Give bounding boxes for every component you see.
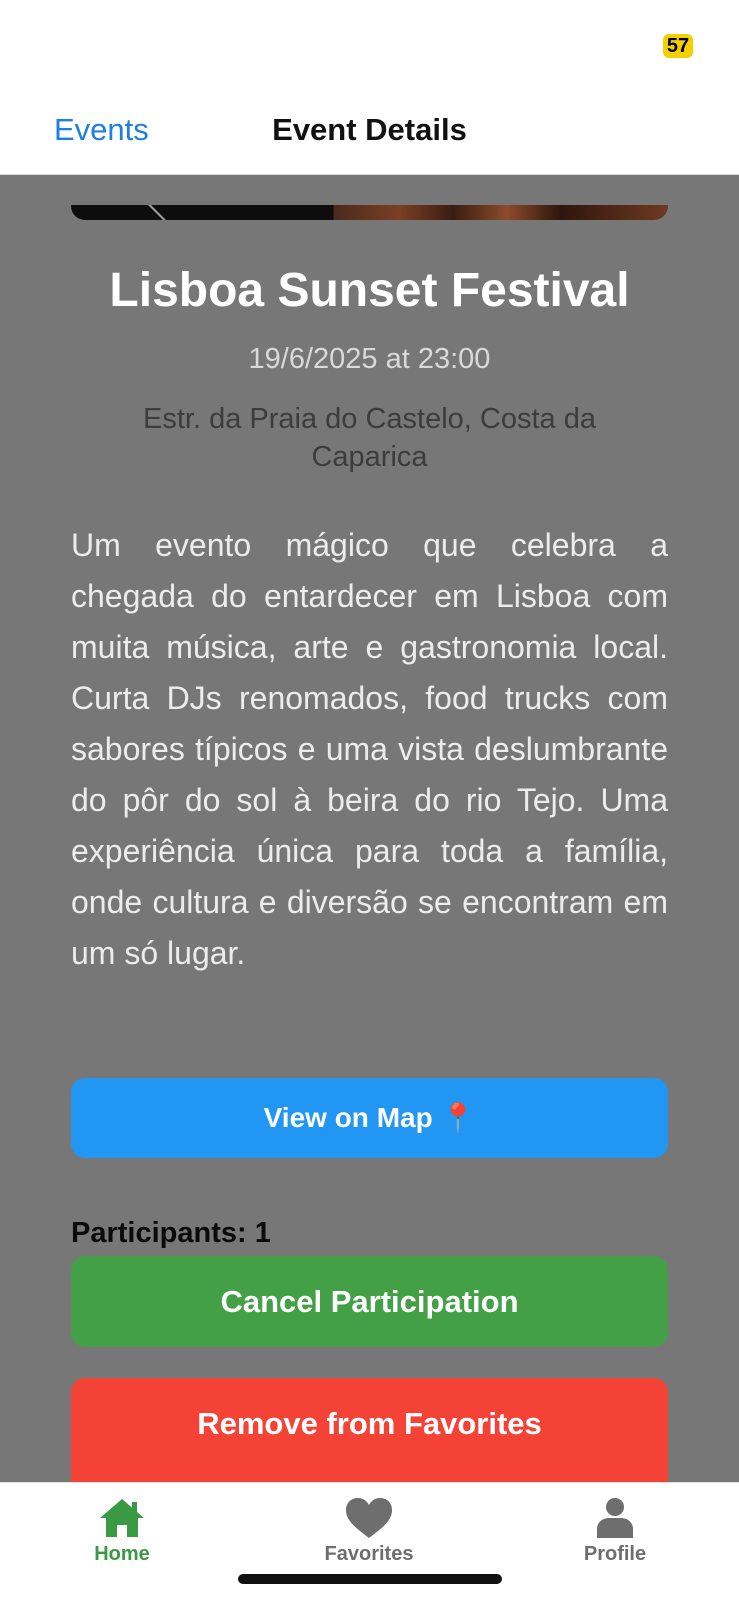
- tab-home[interactable]: Home: [42, 1497, 202, 1566]
- event-description: Um evento mágico que celebra a chegada d…: [71, 527, 668, 971]
- status-bar: 57: [0, 0, 739, 90]
- tab-favorites-label: Favorites: [324, 1543, 414, 1565]
- tab-profile[interactable]: Profile: [535, 1497, 695, 1566]
- back-button[interactable]: Events: [54, 112, 149, 148]
- event-location: Estr. da Praia do Castelo, Costa da Capa…: [143, 403, 596, 473]
- tab-bar: Home Favorites Profile: [0, 1482, 739, 1601]
- event-details-content[interactable]: Lisboa Sunset Festival 19/6/2025 at 23:0…: [0, 175, 739, 1482]
- view-on-map-label: View on Map: [263, 1102, 433, 1133]
- home-indicator: [238, 1574, 502, 1584]
- event-image: [71, 205, 668, 220]
- home-icon: [100, 1499, 144, 1537]
- status-badge: 57: [663, 34, 693, 58]
- tab-favorites[interactable]: Favorites: [289, 1497, 449, 1566]
- image-detail: [148, 205, 171, 220]
- event-datetime: 19/6/2025 at 23:00: [248, 343, 491, 375]
- tab-profile-label: Profile: [583, 1543, 647, 1565]
- event-title: Lisboa Sunset Festival: [109, 264, 630, 317]
- heart-icon: [346, 1498, 392, 1538]
- participants-count: Participants: 1: [71, 1217, 271, 1249]
- remove-from-favorites-button[interactable]: Remove from Favorites: [71, 1378, 668, 1482]
- tab-home-label: Home: [94, 1543, 150, 1565]
- view-on-map-button[interactable]: View on Map 📍: [71, 1078, 668, 1158]
- person-icon: [597, 1498, 633, 1538]
- map-pin-icon: 📍: [440, 1102, 476, 1133]
- cancel-participation-button[interactable]: Cancel Participation: [71, 1256, 668, 1347]
- navigation-bar: Event Details Events: [0, 90, 739, 175]
